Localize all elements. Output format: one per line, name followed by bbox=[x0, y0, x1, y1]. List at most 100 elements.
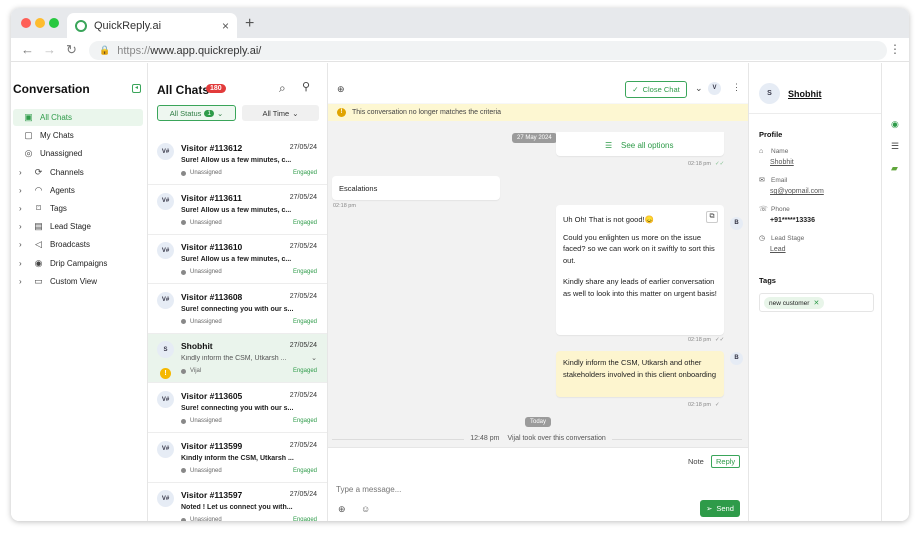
sidebar-item-label: All Chats bbox=[40, 113, 73, 122]
last-message: Kindly inform the CSM, Utkarsh ... bbox=[181, 355, 287, 363]
profile-icon[interactable]: ◉ bbox=[891, 119, 899, 130]
more-options-icon[interactable]: ⋮ bbox=[732, 82, 741, 93]
chevron-right-icon[interactable]: › bbox=[19, 186, 29, 195]
status-badge: Engaged bbox=[292, 517, 317, 521]
send-icon: ➢ bbox=[706, 504, 713, 513]
chevron-down-icon[interactable]: ⌄ bbox=[311, 354, 317, 362]
reload-icon[interactable]: ↻ bbox=[66, 42, 77, 58]
sidebar-item-label: My Chats bbox=[40, 131, 74, 141]
conversation-item[interactable]: V# Visitor #113611 27/05/24 Sure! Allow us … bbox=[148, 186, 327, 235]
profile-section-title: Profile bbox=[759, 130, 783, 139]
sidebar-item-label: Drip Campaigns bbox=[50, 258, 108, 268]
sidebar-item-all-chats[interactable]: ▣ All Chats bbox=[13, 109, 143, 126]
divider bbox=[749, 113, 882, 114]
message-thread: 27 May 2024 ☰ See all options 02:18 pm ✓… bbox=[328, 121, 748, 447]
shopify-icon[interactable]: ▰ bbox=[891, 163, 898, 174]
conversation-item[interactable]: V# Visitor #113599 27/05/24 Kindly inform t… bbox=[148, 434, 327, 483]
reply-tab[interactable]: Reply bbox=[711, 455, 741, 468]
tags-box[interactable]: new customer ✕ bbox=[759, 293, 874, 312]
email-value[interactable]: sg@yopmail.com bbox=[770, 188, 824, 195]
sidebar-item-broadcasts[interactable]: › ◁ Broadcasts bbox=[13, 236, 143, 253]
conversation-item[interactable]: S! Shobhit 27/05/24 Kindly inform the CSM, … bbox=[148, 334, 327, 384]
profile-name[interactable]: Shobhit bbox=[788, 89, 822, 99]
read-receipt-icon: ✓✓ bbox=[715, 337, 725, 343]
search-icon[interactable]: ⌕ bbox=[279, 81, 286, 96]
assigned-agent: Unassigned bbox=[181, 418, 222, 424]
send-button[interactable]: ➢ Send bbox=[700, 500, 740, 517]
assigned-agent: Unassigned bbox=[181, 517, 222, 521]
chevron-right-icon[interactable]: › bbox=[19, 168, 29, 177]
message-input[interactable] bbox=[336, 482, 736, 496]
sidebar-item-lead-stage[interactable]: › ▤ Lead Stage bbox=[13, 218, 143, 235]
chat-count-badge: 180 bbox=[206, 84, 226, 93]
collapse-sidebar-icon[interactable]: ◂ bbox=[132, 84, 141, 93]
phone-value: +91*****13336 bbox=[770, 217, 815, 224]
sidebar-item-agents[interactable]: › ◠ Agents bbox=[13, 182, 143, 199]
status-filter-dropdown[interactable]: All Status 1 ⌄ bbox=[157, 105, 236, 121]
assignee-avatar[interactable]: V bbox=[708, 82, 721, 95]
contact-avatar: V# bbox=[157, 291, 174, 309]
sidebar-item-label: Tags bbox=[50, 204, 67, 213]
globe-icon: ⊕ bbox=[337, 84, 345, 94]
copy-icon[interactable]: ⧉ bbox=[706, 211, 718, 223]
chat-list-panel: All Chats 180 ⌕ ⚲ All Status 1 ⌄ All Tim… bbox=[148, 63, 328, 521]
conversation-item[interactable]: V# Visitor #113612 27/05/24 Sure! Allow us … bbox=[148, 136, 327, 185]
sidebar-item-unassigned[interactable]: ◎ Unassigned bbox=[13, 145, 143, 162]
name-value[interactable]: Shobhit bbox=[770, 159, 794, 166]
chevron-down-icon[interactable]: ⌄ bbox=[695, 83, 703, 94]
remove-tag-icon[interactable]: ✕ bbox=[813, 299, 819, 307]
conversation-date: 27/05/24 bbox=[289, 392, 317, 399]
user-message: Escalations bbox=[332, 176, 500, 200]
sidebar-item-tags[interactable]: › ⌑ Tags bbox=[13, 200, 143, 217]
contact-avatar: V# bbox=[157, 440, 174, 458]
address-bar-row: ← → ↻ 🔒 https:// www.app.quickreply.ai/ … bbox=[11, 38, 909, 62]
filter-icon[interactable]: ⚲ bbox=[302, 80, 310, 93]
chevron-right-icon[interactable]: › bbox=[19, 259, 29, 268]
see-all-options-link[interactable]: See all options bbox=[621, 140, 673, 152]
sidebar-item-my-chats[interactable]: ▢ My Chats bbox=[13, 127, 143, 144]
assigned-agent: Unassigned bbox=[181, 170, 222, 176]
drip-icon: ◉ bbox=[34, 257, 43, 268]
sidebar-item-channels[interactable]: › ⟳ Channels bbox=[13, 164, 143, 181]
composer: Note Reply ⊕ ☺ ➢ Send bbox=[328, 447, 748, 521]
agent-name: Unassigned bbox=[190, 318, 222, 325]
conversation-item[interactable]: V# Visitor #113597 27/05/24 Noted ! Let us … bbox=[148, 483, 327, 521]
agent-name: Unassigned bbox=[190, 269, 222, 276]
contact-details-icon[interactable]: ☰ bbox=[891, 141, 899, 152]
forward-icon[interactable]: → bbox=[43, 42, 56, 57]
conversation-item[interactable]: V# Visitor #113610 27/05/24 Sure! Allow us … bbox=[148, 235, 327, 285]
maximize-window-icon[interactable] bbox=[49, 18, 59, 28]
close-chat-button[interactable]: ✓ Close Chat bbox=[625, 81, 687, 98]
chevron-right-icon[interactable]: › bbox=[19, 204, 29, 213]
sidebar-item-drip-campaigns[interactable]: › ◉ Drip Campaigns bbox=[13, 255, 143, 272]
new-tab-icon[interactable]: + bbox=[245, 15, 254, 33]
url-bar[interactable]: 🔒 https:// www.app.quickreply.ai/ bbox=[89, 41, 887, 60]
note-tab[interactable]: Note bbox=[688, 457, 704, 466]
conversation-item[interactable]: V# Visitor #113605 27/05/24 Sure! connectin… bbox=[148, 384, 327, 433]
tab-close-icon[interactable]: × bbox=[222, 19, 229, 33]
browser-tab[interactable]: QuickReply.ai × bbox=[67, 13, 237, 38]
status-badge: Engaged bbox=[292, 418, 317, 424]
sidebar-item-label: Agents bbox=[50, 185, 75, 195]
chevron-right-icon[interactable]: › bbox=[19, 222, 29, 231]
status-badge: Engaged bbox=[292, 170, 317, 176]
close-window-icon[interactable] bbox=[21, 18, 31, 28]
profile-avatar: S bbox=[759, 83, 780, 104]
chevron-right-icon[interactable]: › bbox=[19, 240, 29, 249]
unassigned-icon: ◎ bbox=[24, 148, 33, 159]
chevron-right-icon[interactable]: › bbox=[19, 277, 29, 286]
sidebar-item-custom-view[interactable]: › ▭ Custom View bbox=[13, 273, 143, 290]
tag-chip: new customer ✕ bbox=[764, 297, 825, 309]
attachment-icon[interactable]: ⊕ bbox=[338, 504, 346, 515]
my-chats-icon: ▢ bbox=[24, 130, 33, 141]
last-message: Sure! Allow us a few minutes, c... bbox=[181, 206, 292, 214]
minimize-window-icon[interactable] bbox=[35, 18, 45, 28]
time-filter-dropdown[interactable]: All Time ⌄ bbox=[242, 105, 319, 121]
browser-menu-icon[interactable]: ⋮ bbox=[889, 42, 901, 56]
conversation-item[interactable]: V# Visitor #113608 27/05/24 Sure! connectin… bbox=[148, 285, 327, 334]
emoji-icon[interactable]: ☺ bbox=[361, 504, 370, 514]
options-message: ☰ See all options bbox=[556, 132, 724, 156]
lead-stage-value[interactable]: Lead bbox=[770, 246, 786, 253]
agent-dot-icon bbox=[181, 368, 186, 374]
back-icon[interactable]: ← bbox=[21, 42, 34, 57]
